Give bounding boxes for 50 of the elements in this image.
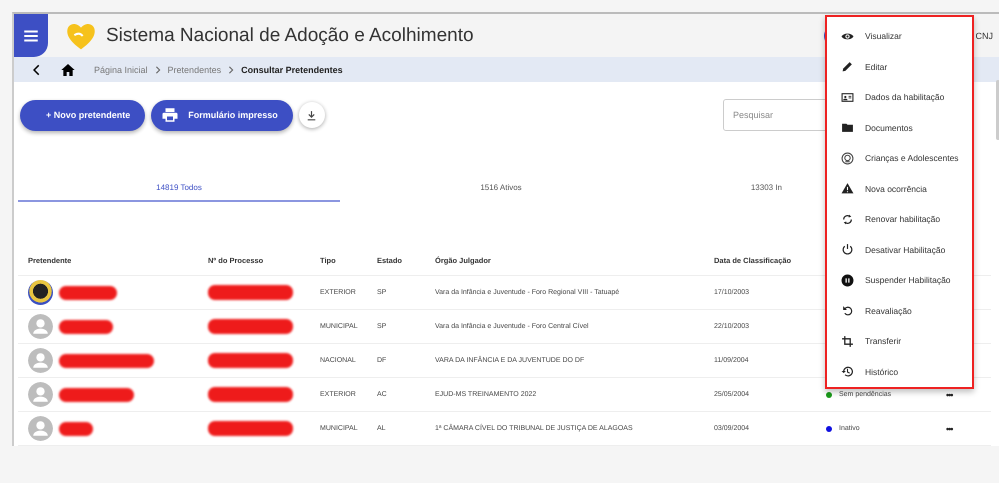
menu-item[interactable]: Reavaliação bbox=[827, 296, 972, 326]
redaction-scribble bbox=[59, 286, 117, 300]
warning-icon bbox=[841, 182, 854, 196]
download-icon bbox=[305, 108, 318, 122]
menu-item[interactable]: Renovar habilitação bbox=[827, 204, 972, 234]
new-applicant-button[interactable]: + Novo pretendente bbox=[20, 100, 146, 130]
avatar-photo-placeholder bbox=[28, 280, 53, 305]
pause-icon bbox=[841, 274, 854, 287]
redaction-scribble bbox=[59, 422, 93, 436]
menu-item[interactable]: Editar bbox=[827, 52, 972, 82]
print-form-label: Formulário impresso bbox=[188, 110, 278, 120]
menu-item[interactable]: Desativar Habilitação bbox=[827, 234, 972, 265]
crop-icon bbox=[841, 334, 854, 348]
menu-item[interactable]: Suspender Habilitação bbox=[827, 265, 972, 296]
menu-button[interactable] bbox=[14, 14, 48, 57]
printer-icon bbox=[161, 106, 180, 124]
id-card-icon bbox=[841, 90, 854, 104]
person-avatar-icon bbox=[28, 382, 53, 407]
download-button[interactable] bbox=[298, 102, 325, 128]
breadcrumb-link[interactable]: Página Inicial bbox=[94, 64, 148, 74]
menu-item[interactable]: Histórico bbox=[827, 356, 972, 387]
refresh-icon bbox=[841, 212, 854, 226]
face-icon bbox=[841, 152, 854, 165]
more-options-button[interactable]: ••• bbox=[946, 390, 952, 400]
user-label: CNJ bbox=[976, 30, 993, 40]
filter-tab[interactable]: 14819 Todos bbox=[18, 174, 340, 202]
scrollbar[interactable] bbox=[996, 80, 999, 140]
history-icon bbox=[841, 365, 854, 378]
menu-item[interactable]: Crianças e Adolescentes bbox=[827, 143, 972, 174]
folder-icon bbox=[841, 121, 854, 134]
app-title: Sistema Nacional de Adoção e Acolhimento bbox=[106, 24, 474, 46]
person-avatar-icon bbox=[28, 348, 53, 373]
chevron-icon bbox=[227, 66, 236, 74]
more-options-button[interactable]: ••• bbox=[946, 424, 952, 434]
person-avatar-icon bbox=[28, 314, 53, 339]
undo-icon bbox=[841, 304, 854, 318]
pencil-icon bbox=[841, 60, 854, 74]
menu-item[interactable]: Transferir bbox=[827, 326, 972, 356]
menu-item[interactable]: Visualizar bbox=[827, 21, 972, 52]
filter-tab[interactable]: 1516 Ativos bbox=[340, 174, 662, 202]
chevron-icon bbox=[154, 66, 162, 74]
filter-tab[interactable]: 13303 In bbox=[662, 174, 782, 202]
menu-item[interactable]: Nova ocorrência bbox=[827, 174, 972, 204]
person-avatar-icon bbox=[28, 416, 53, 441]
home-icon[interactable] bbox=[60, 62, 76, 78]
breadcrumb-current: Consultar Pretendentes bbox=[241, 64, 343, 74]
print-form-button[interactable]: Formulário impresso bbox=[151, 100, 293, 130]
power-icon bbox=[841, 243, 854, 256]
breadcrumb-link[interactable]: Pretendentes bbox=[168, 64, 222, 74]
redaction-scribble bbox=[59, 320, 113, 334]
